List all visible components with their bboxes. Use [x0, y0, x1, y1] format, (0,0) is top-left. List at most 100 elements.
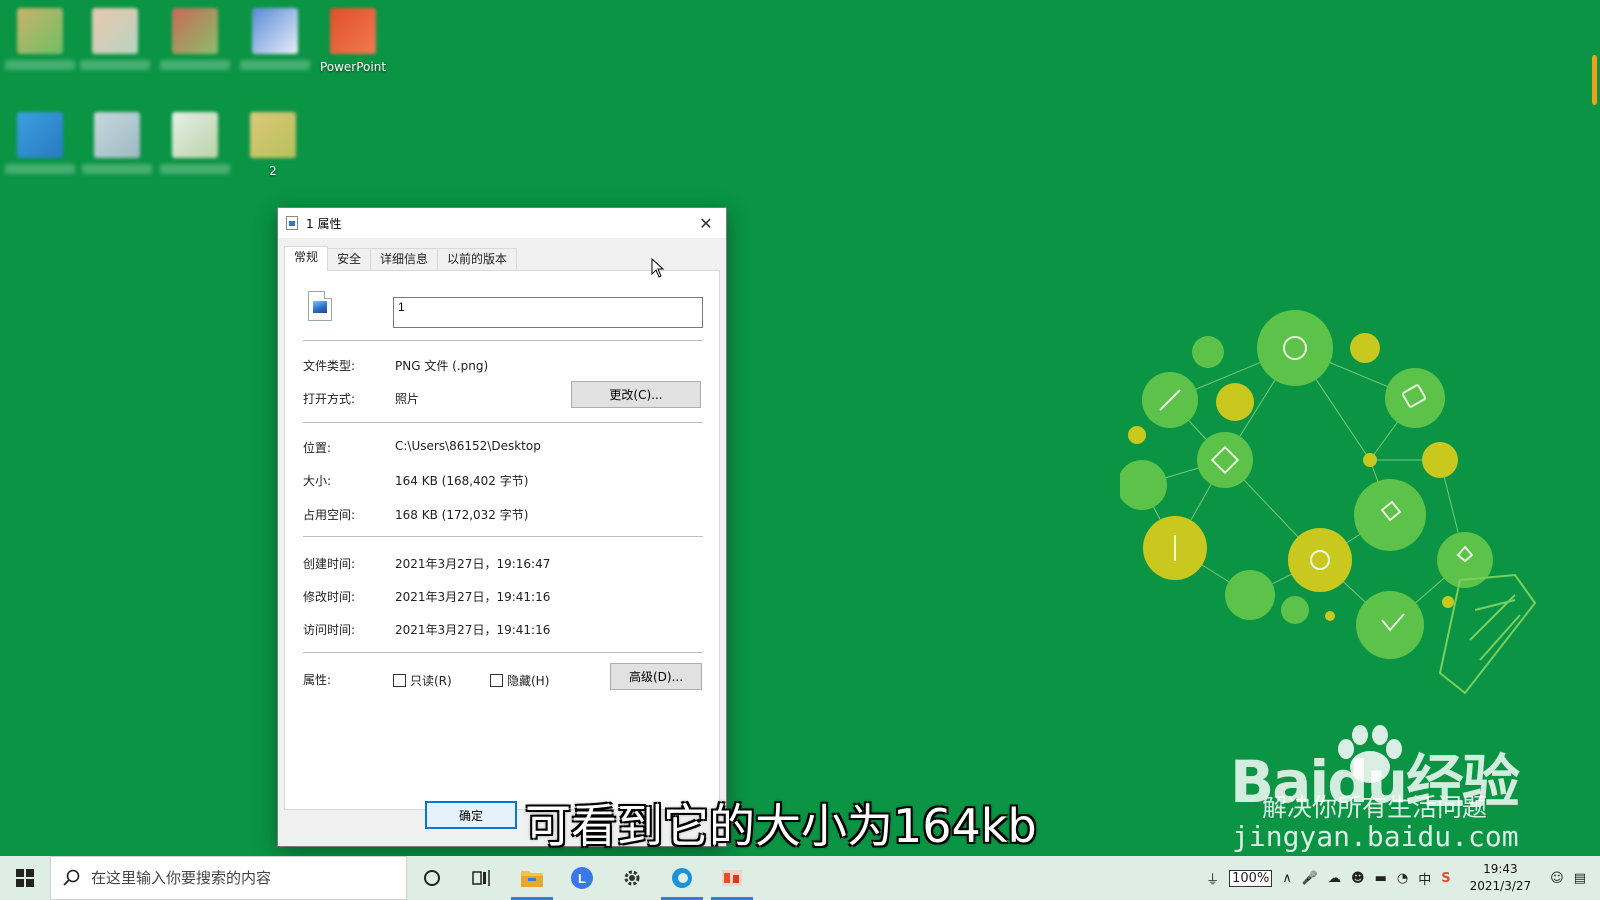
dialog-title: 1 属性: [306, 216, 342, 231]
plug-icon[interactable]: ⏚: [1206, 869, 1219, 888]
modified-label: 修改时间:: [303, 590, 356, 604]
app-icon: [172, 112, 218, 158]
desktop-icon[interactable]: [80, 8, 150, 70]
file-name-input[interactable]: [393, 297, 703, 328]
readonly-label: 只读(R): [410, 674, 452, 688]
created-label: 创建时间:: [303, 557, 356, 571]
clock-date: 2021/3/27: [1469, 879, 1532, 893]
hidden-checkbox[interactable]: 隐藏(H): [490, 672, 549, 689]
settings-app[interactable]: [607, 856, 657, 900]
user-icon[interactable]: ☻: [1351, 871, 1365, 886]
edge-indicator: [1592, 55, 1597, 105]
sogou-input-icon[interactable]: S: [1441, 871, 1450, 886]
size-value: 164 KB (168,402 字节): [395, 474, 529, 488]
app-icon: [330, 8, 376, 54]
desktop-icon[interactable]: PowerPoint: [318, 8, 388, 74]
desktop-icon[interactable]: [5, 8, 75, 70]
powerpoint-app[interactable]: [707, 856, 757, 900]
open-with-value: 照片: [395, 392, 420, 406]
taskbar-clock[interactable]: 19:43 2021/3/27: [1470, 861, 1532, 895]
ok-button[interactable]: 确定: [425, 801, 517, 829]
file-explorer-app[interactable]: [507, 856, 557, 900]
desktop-icon-label: [80, 60, 150, 70]
app-l-icon: L: [571, 867, 593, 889]
divider: [303, 536, 703, 537]
folder-icon: [521, 871, 543, 887]
tab-security[interactable]: 安全: [327, 248, 372, 270]
desktop-icon[interactable]: [160, 112, 230, 174]
checkbox-box[interactable]: [490, 674, 503, 687]
windows-logo-icon: [16, 869, 34, 887]
microphone-icon[interactable]: 🎤: [1302, 871, 1318, 886]
change-button[interactable]: 更改(C)...: [571, 381, 701, 408]
tab-previous-versions[interactable]: 以前的版本: [437, 248, 518, 270]
ime-indicator[interactable]: 中: [1418, 869, 1431, 888]
desktop-icon[interactable]: [240, 8, 310, 70]
chat-icon[interactable]: ☺: [1550, 871, 1564, 886]
search-icon: [63, 869, 80, 886]
divider: [303, 652, 703, 653]
attributes-label: 属性:: [303, 673, 332, 687]
open-with-label: 打开方式:: [303, 392, 356, 406]
tab-strip: 常规 安全 详细信息 以前的版本: [284, 246, 518, 271]
taskbar: L ⏚ 100% ∧ 🎤 ☁ ☻ ▬ ◔ 中 S 19:43 2021/3/27: [0, 856, 1600, 900]
task-view-button[interactable]: [457, 856, 507, 900]
desktop-icon[interactable]: 2: [238, 112, 308, 178]
accessed-label: 访问时间:: [303, 623, 356, 637]
mouse-cursor-icon: [651, 258, 665, 278]
app-icon: [17, 112, 63, 158]
presentation-icon: [722, 870, 742, 886]
tab-details[interactable]: 详细信息: [370, 248, 439, 270]
size-label: 大小:: [303, 474, 332, 488]
tab-general[interactable]: 常规: [284, 246, 329, 271]
dialog-titlebar[interactable]: 1 属性 ✕: [278, 208, 726, 238]
created-value: 2021年3月27日，19:16:47: [395, 557, 551, 571]
desktop-icon[interactable]: [160, 8, 230, 70]
desktop-icon[interactable]: [5, 112, 75, 174]
location-value: C:\Users\86152\Desktop: [395, 439, 541, 453]
browser-app[interactable]: [657, 856, 707, 900]
hidden-label: 隐藏(H): [507, 674, 550, 688]
desktop-icon-label: [160, 164, 230, 174]
app-icon: [252, 8, 298, 54]
accessed-value: 2021年3月27日，19:41:16: [395, 623, 551, 637]
battery-icon[interactable]: ▬: [1375, 871, 1387, 886]
app-icon: [172, 8, 218, 54]
task-view-icon: [472, 870, 490, 886]
desktop-icon[interactable]: [82, 112, 152, 174]
disk-size-value: 168 KB (172,032 字节): [395, 508, 529, 522]
desktop-icon-label: 2: [269, 164, 277, 178]
gear-icon: [624, 870, 640, 886]
close-icon[interactable]: ✕: [686, 208, 726, 238]
video-subtitle: 可看到它的大小为164kb: [525, 799, 1037, 853]
readonly-checkbox[interactable]: 只读(R): [393, 672, 452, 689]
desktop-icon-label: PowerPoint: [319, 60, 387, 74]
wifi-icon[interactable]: ◔: [1397, 871, 1408, 886]
file-type-label: 文件类型:: [303, 359, 356, 373]
clock-time: 19:43: [1483, 862, 1518, 876]
chevron-up-icon[interactable]: ∧: [1282, 871, 1292, 886]
desktop-icon-label: [160, 60, 230, 70]
taskbar-search[interactable]: [50, 856, 407, 900]
search-input[interactable]: [91, 869, 391, 887]
divider: [303, 422, 703, 423]
watermark-slogan: 解决你所有生活问题: [1262, 793, 1488, 822]
desktop-icon-label: [240, 60, 310, 70]
battery-indicator[interactable]: 100%: [1229, 869, 1273, 887]
start-button[interactable]: [0, 856, 50, 900]
desktop-icon-label: [5, 60, 75, 70]
image-file-icon: [286, 216, 298, 230]
file-type-value: PNG 文件 (.png): [395, 359, 489, 373]
action-center-icon[interactable]: ▤: [1574, 871, 1586, 886]
desktop-icon-label: [82, 164, 152, 174]
checkbox-box[interactable]: [393, 674, 406, 687]
cloud-icon[interactable]: ☁: [1328, 871, 1341, 886]
general-tab-panel: 文件类型: PNG 文件 (.png) 打开方式: 照片 更改(C)... 位置…: [284, 270, 720, 810]
disk-size-label: 占用空间:: [303, 508, 356, 522]
divider: [303, 340, 703, 341]
lenovo-app[interactable]: L: [557, 856, 607, 900]
cortana-circle-icon: [424, 870, 440, 886]
advanced-button[interactable]: 高级(D)...: [610, 663, 702, 690]
location-label: 位置:: [303, 441, 332, 455]
cortana-button[interactable]: [407, 856, 457, 900]
